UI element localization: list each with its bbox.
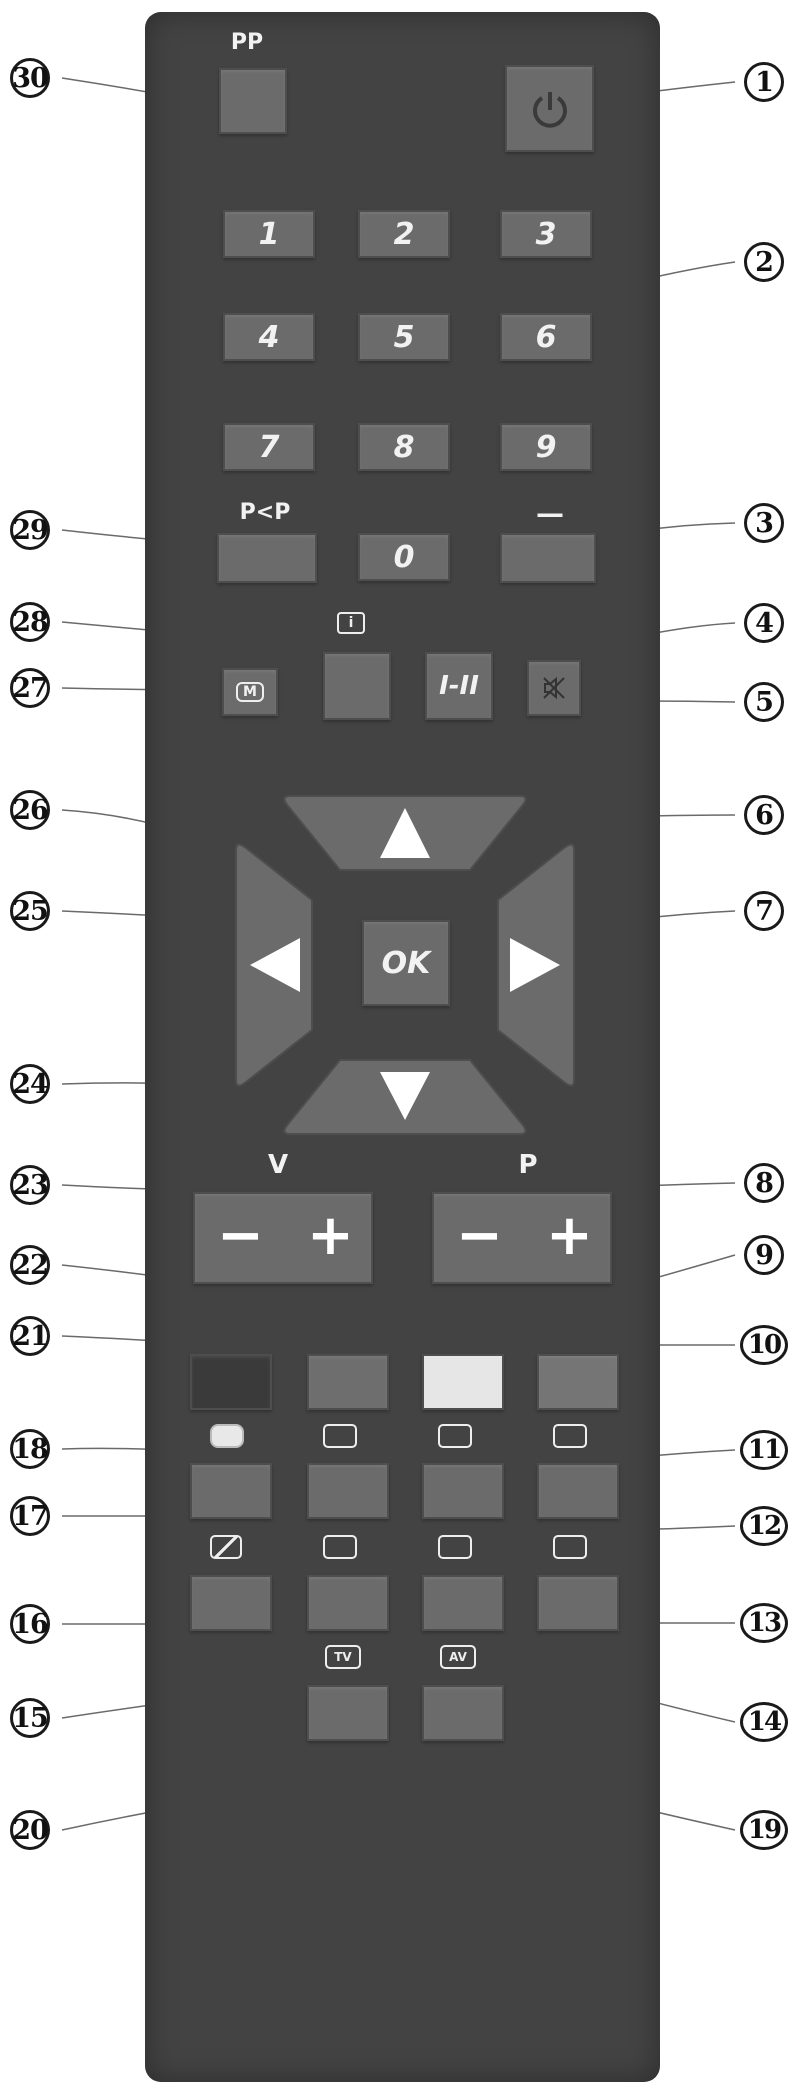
mute-icon bbox=[543, 676, 565, 700]
callout-11: 11 bbox=[740, 1430, 788, 1470]
power-button[interactable] bbox=[505, 65, 594, 152]
dash-button[interactable] bbox=[500, 533, 596, 583]
dpad-left-button[interactable] bbox=[235, 843, 313, 1087]
picture-off-icon bbox=[210, 1535, 242, 1559]
green-button[interactable] bbox=[307, 1354, 389, 1410]
blue-button[interactable] bbox=[537, 1354, 619, 1410]
red-button[interactable] bbox=[190, 1354, 272, 1410]
menu-button[interactable]: M bbox=[222, 668, 278, 716]
cancel-button[interactable] bbox=[537, 1463, 619, 1519]
callout-10: 10 bbox=[740, 1325, 788, 1365]
teletext-button[interactable] bbox=[190, 1463, 272, 1519]
digit-4-button[interactable]: 4 bbox=[223, 313, 315, 361]
tv-icon: TV bbox=[325, 1645, 361, 1669]
teletext-index-icon bbox=[438, 1424, 472, 1448]
teletext-icon bbox=[210, 1424, 244, 1448]
power-icon bbox=[532, 91, 567, 128]
program-minus[interactable]: − bbox=[456, 1208, 503, 1264]
index-button[interactable] bbox=[422, 1463, 504, 1519]
reveal-button[interactable] bbox=[422, 1575, 504, 1631]
callout-20: 20 bbox=[10, 1810, 50, 1850]
hold-icon bbox=[553, 1535, 587, 1559]
pp-label: PP bbox=[230, 30, 264, 55]
pp-swap-label: P<P bbox=[239, 500, 291, 525]
digit-5-button[interactable]: 5 bbox=[358, 313, 450, 361]
volume-minus[interactable]: − bbox=[217, 1208, 264, 1264]
digit-7-button[interactable]: 7 bbox=[223, 423, 315, 471]
size-button[interactable] bbox=[307, 1575, 389, 1631]
av-button[interactable] bbox=[422, 1685, 504, 1741]
yellow-button[interactable] bbox=[422, 1354, 504, 1410]
av-icon: AV bbox=[440, 1645, 476, 1669]
digit-0-button[interactable]: 0 bbox=[358, 533, 450, 581]
dpad-up-button[interactable] bbox=[283, 795, 527, 871]
callout-13: 13 bbox=[740, 1603, 788, 1643]
teletext-cancel-icon bbox=[553, 1424, 587, 1448]
callout-4: 4 bbox=[744, 603, 784, 643]
callout-18: 18 bbox=[10, 1429, 50, 1469]
digit-8-button[interactable]: 8 bbox=[358, 423, 450, 471]
callout-29: 29 bbox=[10, 510, 50, 550]
volume-plus[interactable]: + bbox=[307, 1208, 354, 1264]
callout-14: 14 bbox=[740, 1702, 788, 1742]
ok-button[interactable]: OK bbox=[362, 920, 450, 1006]
pp-swap-button[interactable] bbox=[217, 533, 317, 583]
callout-22: 22 bbox=[10, 1245, 50, 1285]
hold-button[interactable] bbox=[537, 1575, 619, 1631]
callout-30: 30 bbox=[10, 58, 50, 98]
info-button[interactable] bbox=[323, 652, 391, 720]
callout-3: 3 bbox=[744, 503, 784, 543]
dash-label: — bbox=[536, 497, 564, 530]
digit-9-button[interactable]: 9 bbox=[500, 423, 592, 471]
info-icon: i bbox=[337, 612, 365, 634]
callout-25: 25 bbox=[10, 891, 50, 931]
callout-15: 15 bbox=[10, 1698, 50, 1738]
program-label: P bbox=[518, 1150, 538, 1180]
mute-button[interactable] bbox=[527, 660, 581, 716]
callout-12: 12 bbox=[740, 1506, 788, 1546]
teletext-mix-icon bbox=[323, 1424, 357, 1448]
callout-27: 27 bbox=[10, 668, 50, 708]
size-icon bbox=[323, 1535, 357, 1559]
tv-button[interactable] bbox=[307, 1685, 389, 1741]
program-plus[interactable]: + bbox=[546, 1208, 593, 1264]
callout-5: 5 bbox=[744, 682, 784, 722]
callout-24: 24 bbox=[10, 1064, 50, 1104]
pp-button[interactable] bbox=[219, 68, 287, 134]
mix-button[interactable] bbox=[307, 1463, 389, 1519]
callout-2: 2 bbox=[744, 242, 784, 282]
callout-16: 16 bbox=[10, 1604, 50, 1644]
callout-28: 28 bbox=[10, 602, 50, 642]
callout-7: 7 bbox=[744, 891, 784, 931]
callout-19: 19 bbox=[740, 1810, 788, 1850]
digit-1-button[interactable]: 1 bbox=[223, 210, 315, 258]
callout-1: 1 bbox=[744, 62, 784, 102]
volume-label: V bbox=[267, 1150, 289, 1180]
dual-sound-button[interactable]: I-II bbox=[425, 652, 493, 720]
digit-6-button[interactable]: 6 bbox=[500, 313, 592, 361]
callout-17: 17 bbox=[10, 1496, 50, 1536]
menu-icon: M bbox=[236, 682, 264, 702]
callout-21: 21 bbox=[10, 1316, 50, 1356]
callout-6: 6 bbox=[744, 795, 784, 835]
dpad-down-button[interactable] bbox=[283, 1059, 527, 1135]
program-rocker[interactable]: − + bbox=[432, 1192, 612, 1284]
digit-3-button[interactable]: 3 bbox=[500, 210, 592, 258]
callout-23: 23 bbox=[10, 1165, 50, 1205]
volume-rocker[interactable]: − + bbox=[193, 1192, 373, 1284]
digit-2-button[interactable]: 2 bbox=[358, 210, 450, 258]
callout-8: 8 bbox=[744, 1163, 784, 1203]
callout-26: 26 bbox=[10, 790, 50, 830]
picture-off-button[interactable] bbox=[190, 1575, 272, 1631]
callout-9: 9 bbox=[744, 1235, 784, 1275]
reveal-icon bbox=[438, 1535, 472, 1559]
dpad-right-button[interactable] bbox=[497, 843, 575, 1087]
